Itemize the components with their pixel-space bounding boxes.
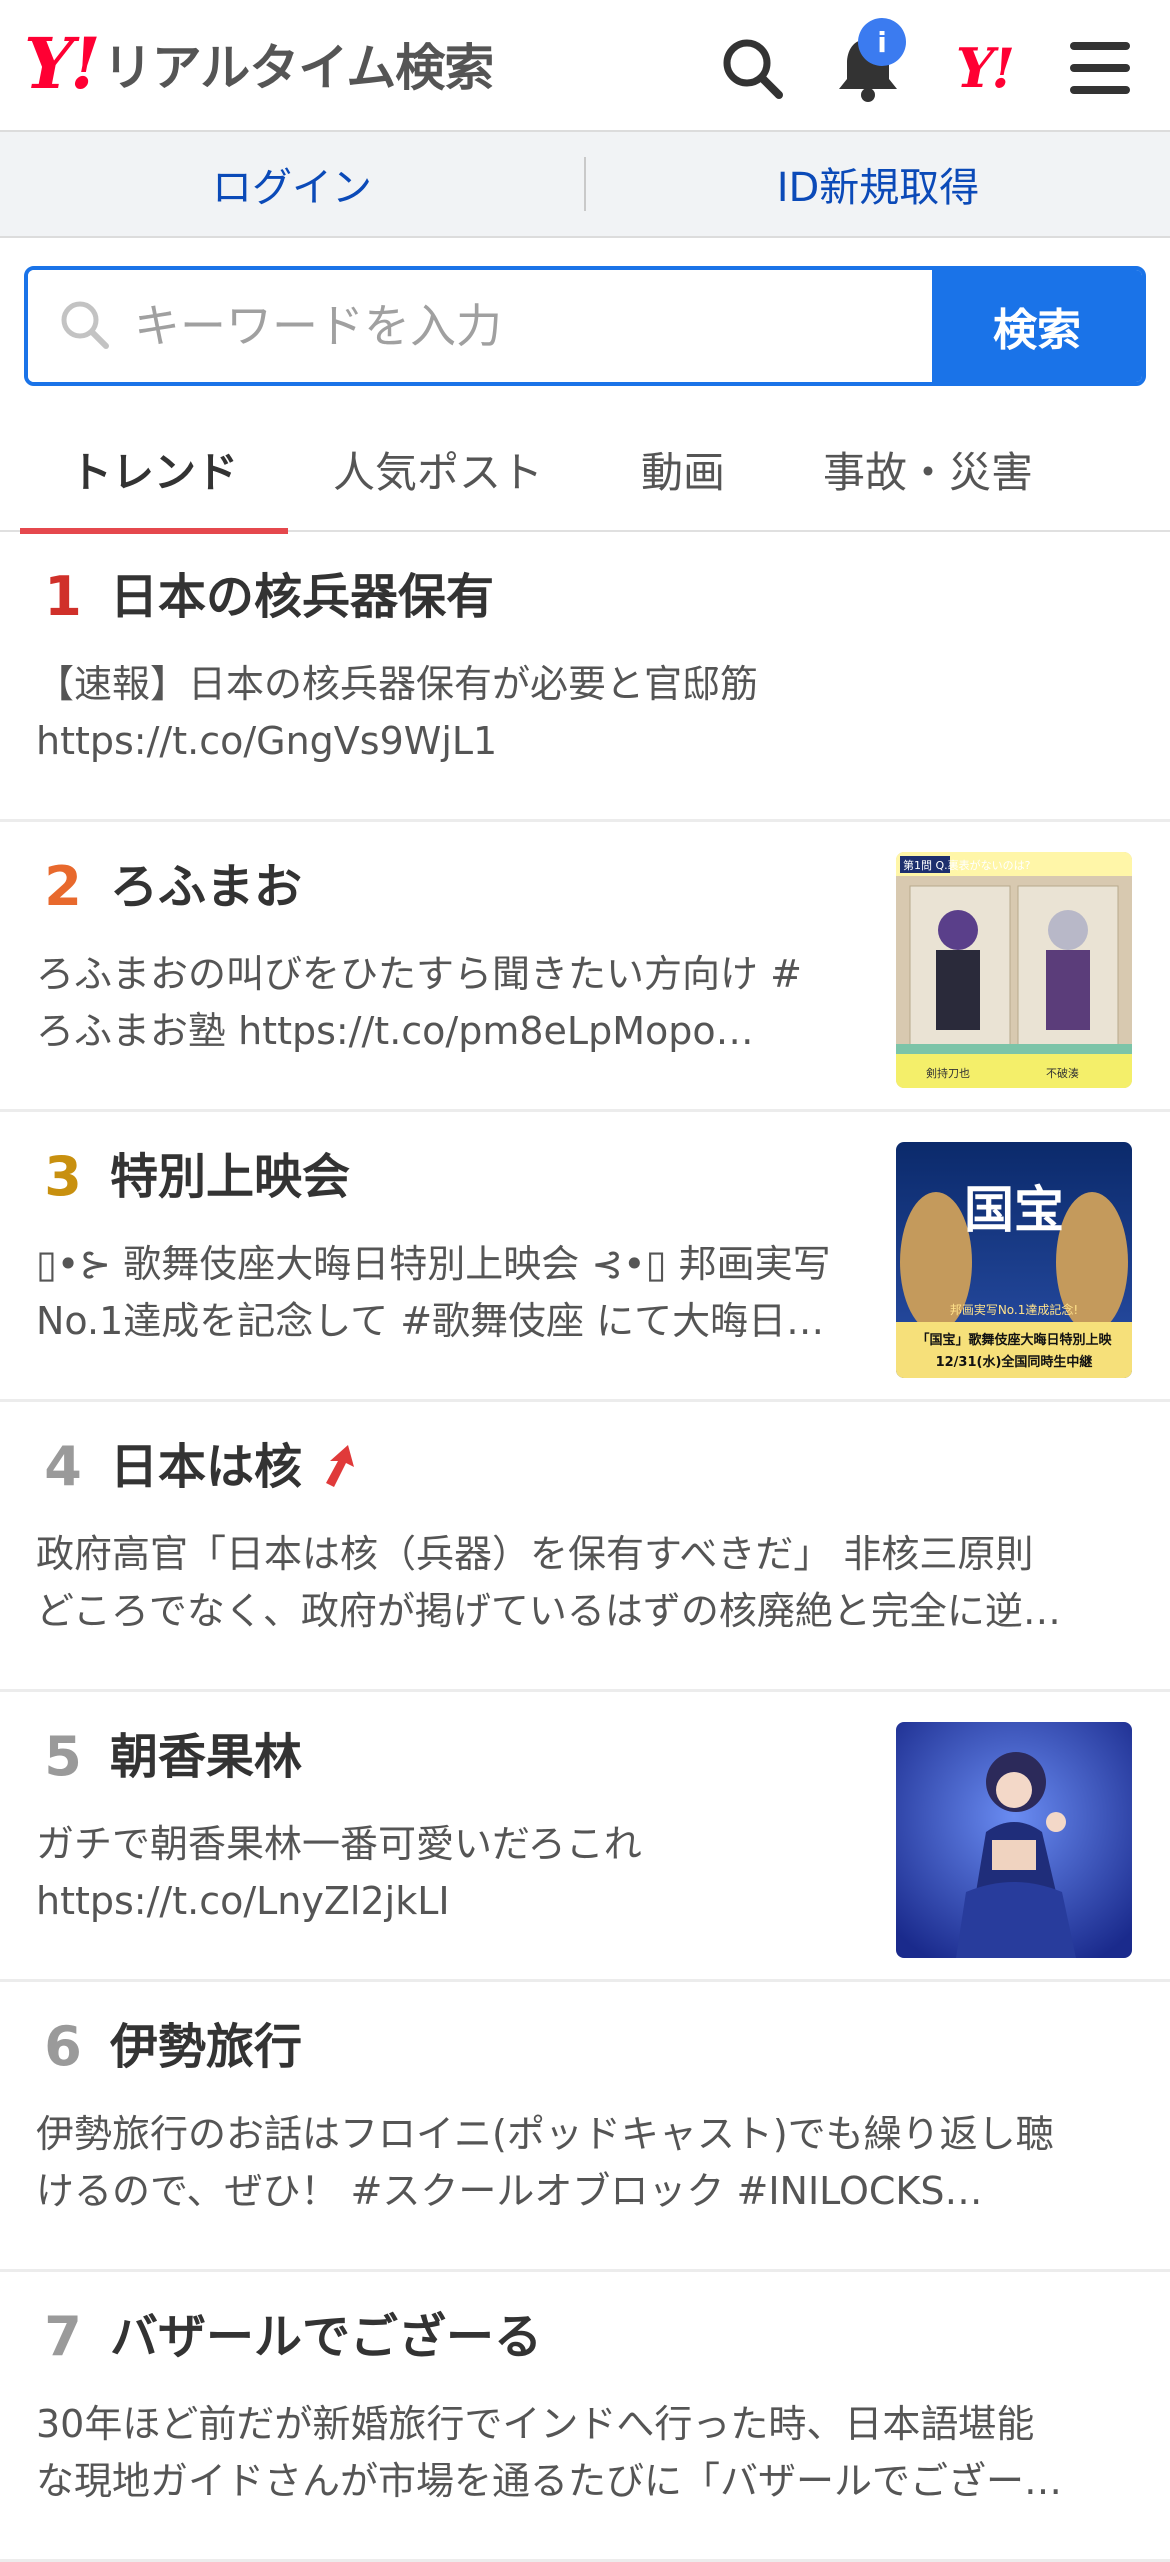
thumb-name-right: 不破湊 [1046,1066,1079,1080]
trend-title: バザールでござーる [110,2309,543,2365]
trend-rank: 6 [44,2015,82,2079]
trend-title: 朝香果林 [110,1729,303,1785]
trend-thumbnail[interactable]: 第1問 Q.裏表がないのは? 剣持刀也 不破湊 [896,852,1132,1088]
thumb-big-title: 国宝 [964,1180,1064,1239]
yahoo-icon[interactable]: Y! [944,28,1024,108]
thumb-line1: 邦画実写No.1達成記念! [950,1302,1078,1317]
trend-item[interactable]: 2 ろふまお ろふまおの叫びをひたすら聞きたい方向け # ろふまお塾 https… [0,822,1170,1112]
trend-rank: 2 [44,855,82,919]
login-link[interactable]: ログイン [0,155,584,213]
search-icon[interactable] [712,28,792,108]
thumb-line3: 12/31(水)全国同時生中継 [936,1354,1093,1370]
thumb-banner-text: 第1問 Q.裏表がないのは? [903,858,1031,872]
notification-badge: i [858,18,906,66]
hamburger-menu-icon[interactable] [1060,28,1140,108]
trend-title: 日本の核兵器保有 [110,569,495,625]
trend-item[interactable]: 6 伊勢旅行 伊勢旅行のお話はフロイニ(ポッドキャスト)でも繰り返し聴 けるので… [0,1982,1170,2272]
trend-item[interactable]: 4 日本は核 政府高官「日本は核（兵器）を保有すべきだ」 非核三原則 どころでな… [0,1402,1170,1692]
trend-item[interactable]: 3 特別上映会 ▯•⊱ 歌舞伎座大晦日特別上映会 ⊰•▯ 邦画実写 No.1達成… [0,1112,1170,1402]
trend-rank: 5 [44,1725,82,1789]
trend-rank: 7 [44,2305,82,2369]
trend-thumbnail[interactable] [896,1722,1132,1958]
app-header: Y! リアルタイム検索 i Y! [0,0,1170,132]
category-tabs: トレンド 人気ポスト 動画 事故・災害 [0,406,1170,534]
yahoo-logo-mark: Y! [24,22,101,105]
trend-title: ろふまお [110,859,303,915]
site-title: リアルタイム検索 [102,39,494,97]
search-button[interactable]: 検索 [932,270,1142,382]
trend-list: 1 日本の核兵器保有 【速報】日本の核兵器保有が必要と官邸筋 https://t… [0,532,1170,2562]
trend-rank: 4 [44,1435,82,1499]
trend-item[interactable]: 7 バザールでござーる 30年ほど前だが新婚旅行でインドへ行った時、日本語堪能 … [0,2272,1170,2562]
search-input[interactable] [132,298,832,354]
trend-item[interactable]: 1 日本の核兵器保有 【速報】日本の核兵器保有が必要と官邸筋 https://t… [0,532,1170,822]
trend-description: 【速報】日本の核兵器保有が必要と官邸筋 https://t.co/GngVs9W… [36,662,759,764]
tab-trend[interactable]: トレンド [20,406,288,534]
tab-popular-posts[interactable]: 人気ポスト [288,406,588,532]
trend-description: 政府高官「日本は核（兵器）を保有すべきだ」 非核三原則 どころでなく、政府が掲げ… [36,1532,1061,1634]
register-link[interactable]: ID新規取得 [586,155,1170,213]
trend-title: 特別上映会 [110,1149,351,1205]
site-logo[interactable]: Y! リアルタイム検索 [24,22,494,105]
trend-rank: 3 [44,1145,82,1209]
trend-thumbnail[interactable]: 国宝 邦画実写No.1達成記念! 「国宝」歌舞伎座大晦日特別上映 12/31(水… [896,1142,1132,1378]
trend-description: ろふまおの叫びをひたすら聞きたい方向け # ろふまお塾 https://t.co… [36,952,802,1054]
search-field[interactable] [28,270,932,382]
login-bar: ログイン ID新規取得 [0,132,1170,238]
search-bar: 検索 [24,266,1146,386]
trend-up-icon [316,1441,360,1493]
trend-description: ▯•⊱ 歌舞伎座大晦日特別上映会 ⊰•▯ 邦画実写 No.1達成を記念して #歌… [36,1242,831,1344]
trend-rank: 1 [44,565,82,629]
trend-description: 伊勢旅行のお話はフロイニ(ポッドキャスト)でも繰り返し聴 けるので、ぜひ！ #ス… [36,2112,1054,2214]
thumb-name-left: 剣持刀也 [926,1066,970,1080]
tab-accident-disaster[interactable]: 事故・災害 [778,406,1078,532]
trend-item[interactable]: 5 朝香果林 ガチで朝香果林一番可愛いだろこれ https://t.co/Lny… [0,1692,1170,1982]
trend-title: 伊勢旅行 [110,2019,303,2075]
trend-description: ガチで朝香果林一番可愛いだろこれ https://t.co/LnyZl2jkLI [36,1822,642,1924]
search-field-icon [58,298,110,354]
thumb-line2: 「国宝」歌舞伎座大晦日特別上映 [916,1332,1112,1348]
tab-video[interactable]: 動画 [588,406,778,532]
bell-icon[interactable]: i [828,18,908,108]
header-actions: i Y! [676,18,1140,108]
trend-description: 30年ほど前だが新婚旅行でインドへ行った時、日本語堪能 な現地ガイドさんが市場を… [36,2402,1063,2504]
trend-title: 日本は核 [110,1439,303,1495]
